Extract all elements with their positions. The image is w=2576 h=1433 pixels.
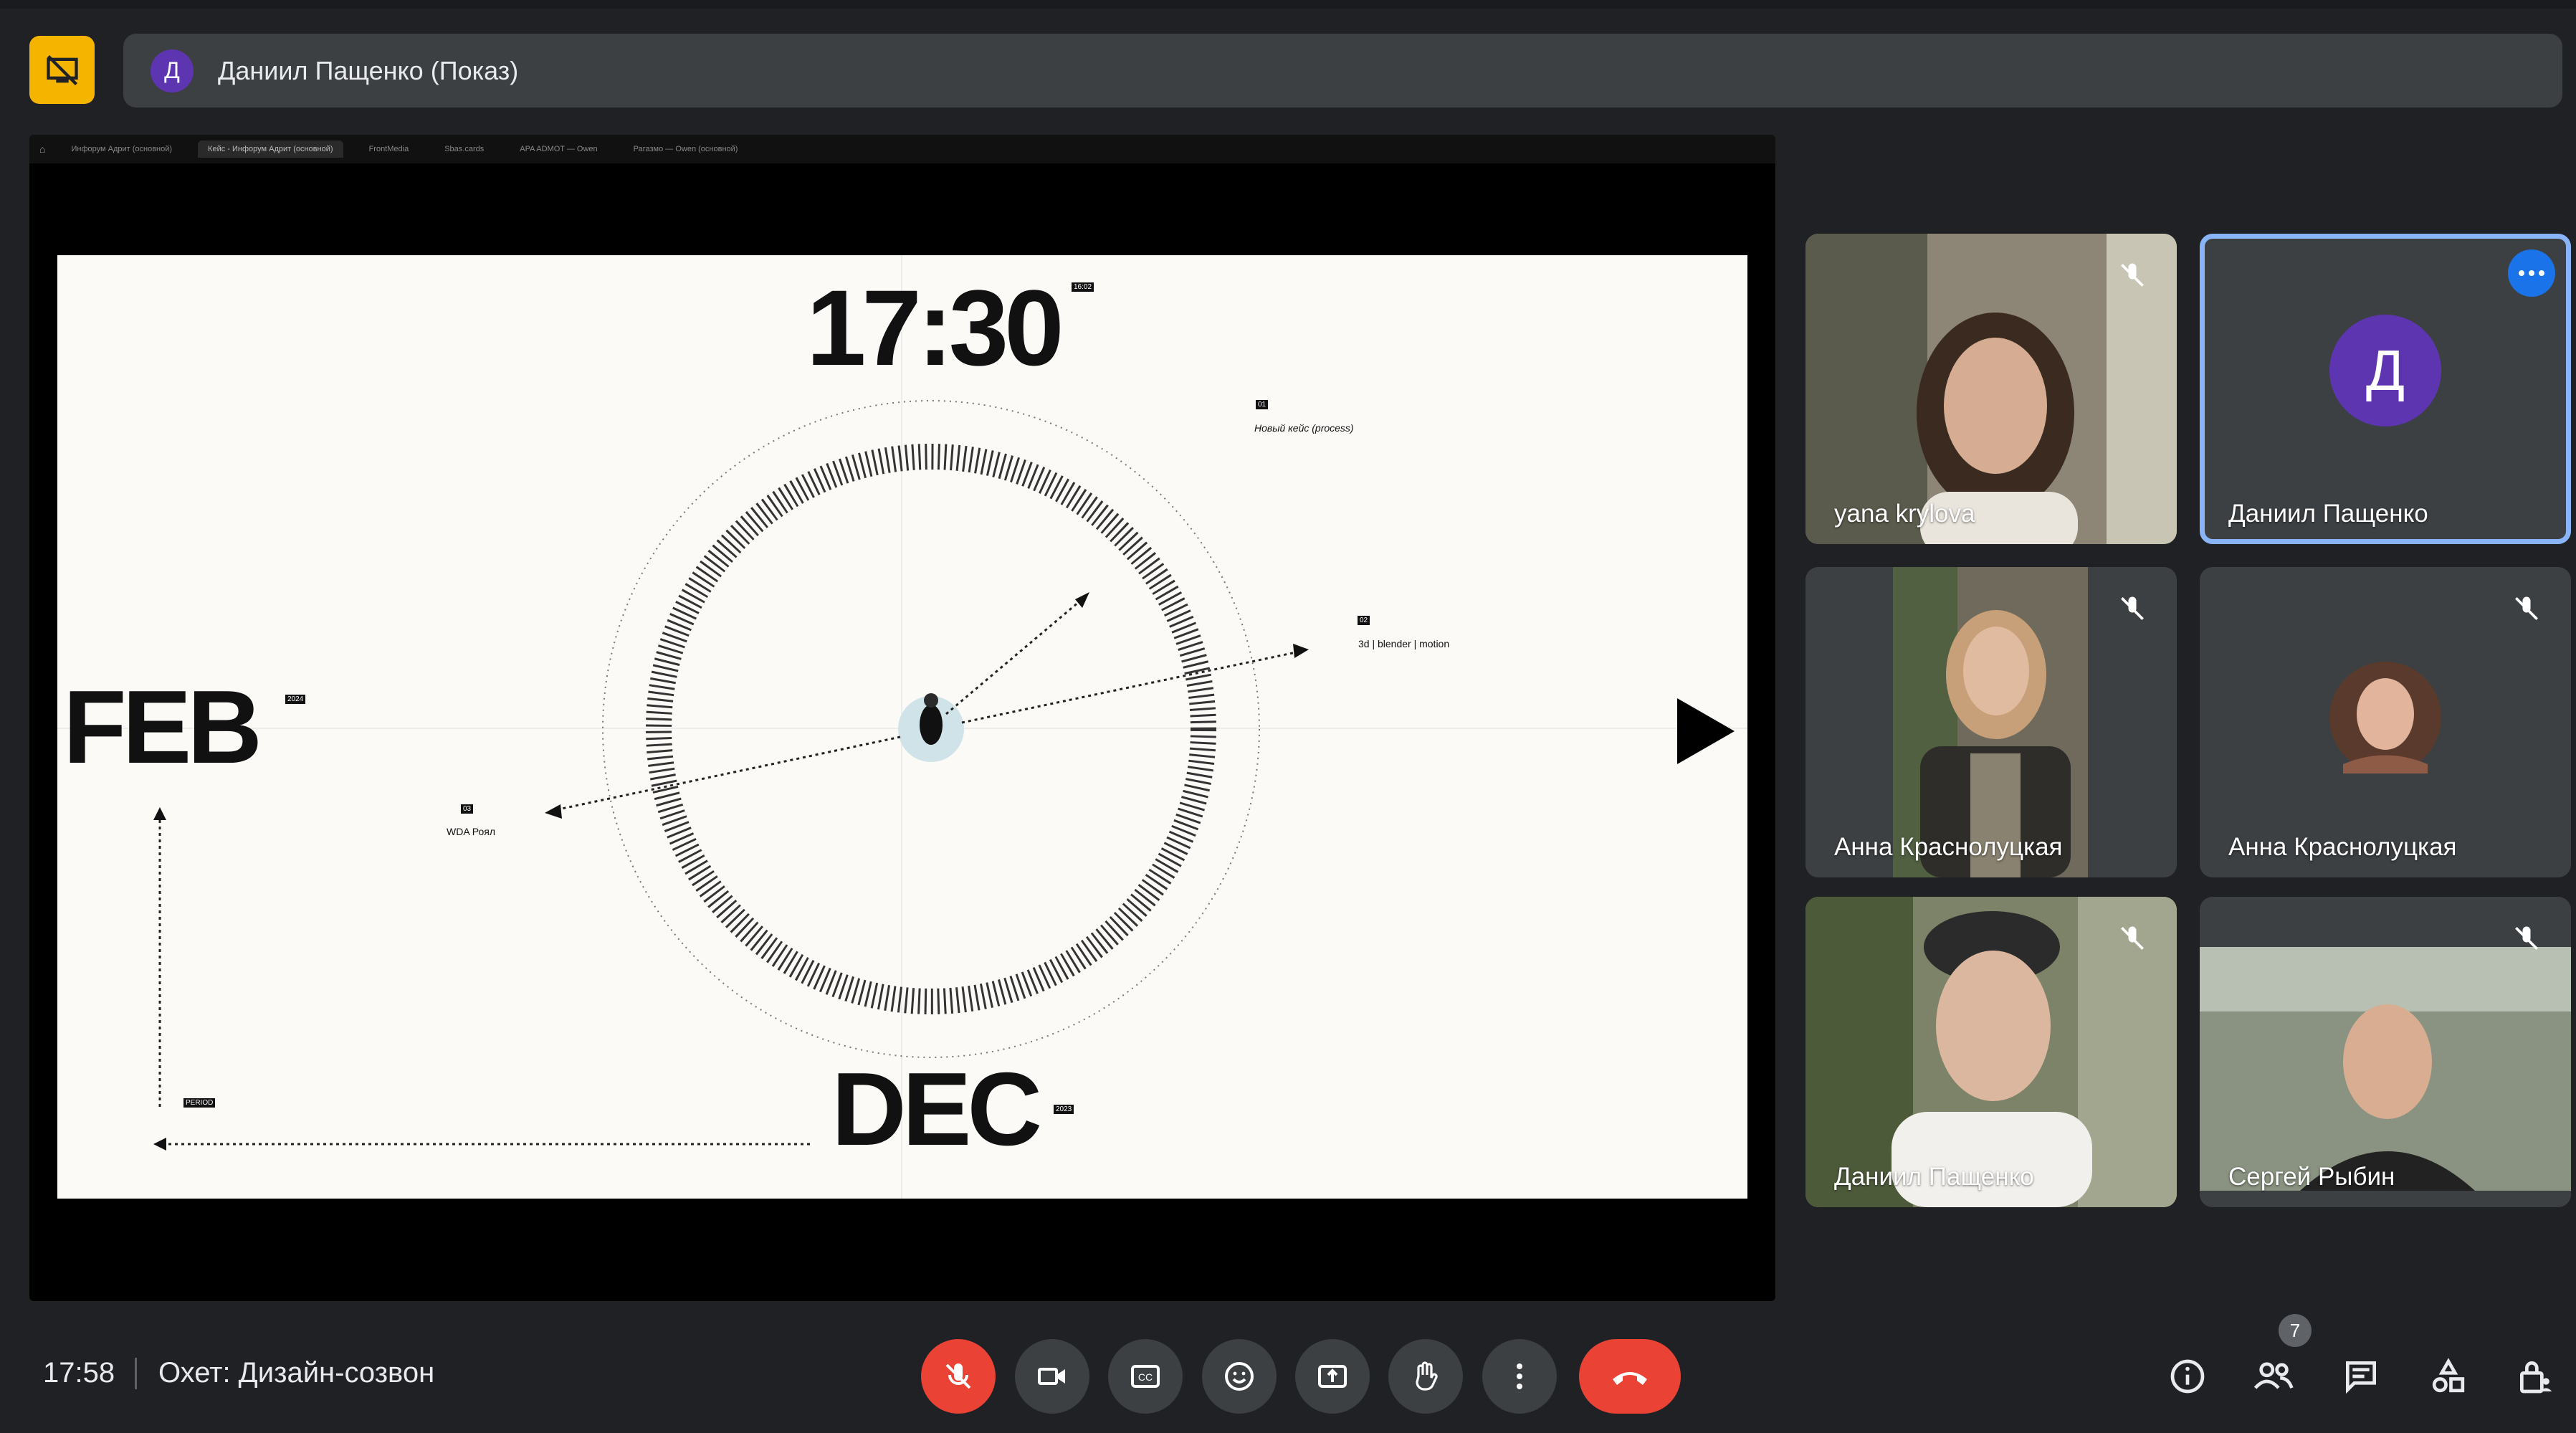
note-new-case: Новый кейс (process) (1254, 422, 1354, 434)
people-icon (2253, 1362, 2294, 1389)
divider (135, 1358, 137, 1389)
note-marker: 01 (1256, 400, 1269, 409)
people-button[interactable] (2251, 1353, 2296, 1399)
more-options-button[interactable] (1482, 1339, 1557, 1414)
participant-tile[interactable]: Анна Краснолуцкая (1805, 567, 2177, 877)
meeting-title: Охет: Дизайн-созвон (158, 1357, 435, 1389)
next-slide-arrow-icon (1677, 698, 1735, 764)
participants-count-badge: 7 (2279, 1314, 2312, 1347)
microphone-toggle-button[interactable] (921, 1339, 996, 1414)
meeting-clock: 17:58 (43, 1357, 115, 1389)
closed-captions-icon: CC (1131, 1365, 1160, 1388)
shared-tab: Инфорум Адрит (основной) (71, 145, 173, 153)
note-marker: 03 (461, 804, 474, 814)
chat-icon (2346, 1361, 2376, 1394)
hang-up-icon (1613, 1372, 1647, 1385)
muted-mic-icon (2121, 926, 2144, 950)
slide-feb-tag: 2024 (285, 695, 306, 704)
mic-off-icon (945, 1363, 971, 1389)
shared-tab: Кейс - Инфорум Адрит (основной) (198, 141, 343, 158)
present-screen-button[interactable] (1295, 1339, 1370, 1414)
shared-tab: Sbas.cards (444, 145, 485, 153)
participant-tile[interactable]: Анна Краснолуцкая (2200, 567, 2571, 877)
reactions-button[interactable] (1202, 1339, 1277, 1414)
participant-name: Даниил Пащенко (1834, 1163, 2034, 1191)
more-vert-icon (1517, 1363, 1522, 1389)
period-tag: PERIOD (183, 1098, 216, 1108)
participant-tile[interactable]: Даниил Пащенко (1805, 897, 2177, 1207)
stop-presenting-icon (46, 54, 78, 85)
presenter-banner: Д Даниил Пащенко (Показ) (123, 34, 2562, 108)
note-3d: 3d | blender | motion (1358, 638, 1450, 649)
captions-button[interactable]: CC (1108, 1339, 1183, 1414)
presenter-label: Даниил Пащенко (Показ) (218, 55, 519, 85)
camera-icon (1038, 1368, 1065, 1385)
camera-toggle-button[interactable] (1015, 1339, 1089, 1414)
host-controls-button[interactable] (2512, 1353, 2558, 1399)
info-icon (2170, 1359, 2205, 1394)
emoji-icon (1225, 1362, 1254, 1391)
slide-dec-tag: 2023 (1054, 1105, 1074, 1114)
browser-home-icon: ⌂ (39, 143, 46, 155)
hand-icon (1416, 1361, 1438, 1391)
note-wda: WDA Роял (447, 826, 496, 837)
more-options-icon[interactable] (2508, 249, 2555, 297)
participant-name: Сергей Рыбин (2228, 1163, 2395, 1191)
participant-avatar: Д (2329, 314, 2441, 427)
muted-mic-icon (2515, 596, 2538, 620)
participant-name: Анна Краснолуцкая (1834, 833, 2063, 861)
meeting-details-button[interactable] (2165, 1353, 2210, 1399)
slide-dec: DEC (831, 1051, 1042, 1167)
lock-person-icon (2520, 1361, 2552, 1394)
presenter-avatar: Д (151, 49, 194, 92)
participant-name: Даниил Пащенко (2228, 500, 2428, 528)
participant-tile[interactable]: Сергей Рыбин (2200, 897, 2571, 1207)
note-marker: 02 (1358, 616, 1370, 625)
top-edge (0, 0, 2576, 9)
muted-mic-icon (2121, 263, 2144, 287)
activities-button[interactable] (2425, 1353, 2471, 1399)
shapes-icon (2432, 1358, 2465, 1393)
muted-mic-icon (2121, 596, 2144, 620)
slide-feb: FEB (63, 669, 262, 785)
shared-tab: APA ADMOT — Owen (520, 145, 598, 153)
chat-button[interactable] (2338, 1353, 2384, 1399)
shared-tab: Рагазмо — Owen (основной) (633, 145, 738, 153)
shared-screen: ⌂ Инфорум Адрит (основной) Кейс - Инфору… (29, 135, 1775, 1301)
participant-name: Анна Краснолуцкая (2228, 833, 2457, 861)
presentation-indicator[interactable] (29, 36, 95, 104)
svg-text:CC: CC (1138, 1371, 1153, 1383)
slide-time: 17:30 (806, 267, 1064, 388)
leave-call-button[interactable] (1579, 1339, 1681, 1414)
slide-time-tag: 16:02 (1072, 282, 1094, 292)
presentation-slide: 17:30 16:02 FEB 2024 DEC 2023 01 Новый к… (57, 255, 1747, 1199)
participant-tile[interactable]: yana krylova (1805, 234, 2177, 544)
raise-hand-button[interactable] (1388, 1339, 1463, 1414)
present-screen-icon (1318, 1365, 1347, 1388)
participant-name: yana krylova (1834, 500, 1975, 528)
muted-mic-icon (2515, 926, 2538, 950)
shared-tab: FrontMedia (368, 145, 409, 153)
participant-tile-active[interactable]: Д Даниил Пащенко (2200, 234, 2571, 544)
shared-browser-tabs: ⌂ Инфорум Адрит (основной) Кейс - Инфору… (29, 135, 1775, 163)
